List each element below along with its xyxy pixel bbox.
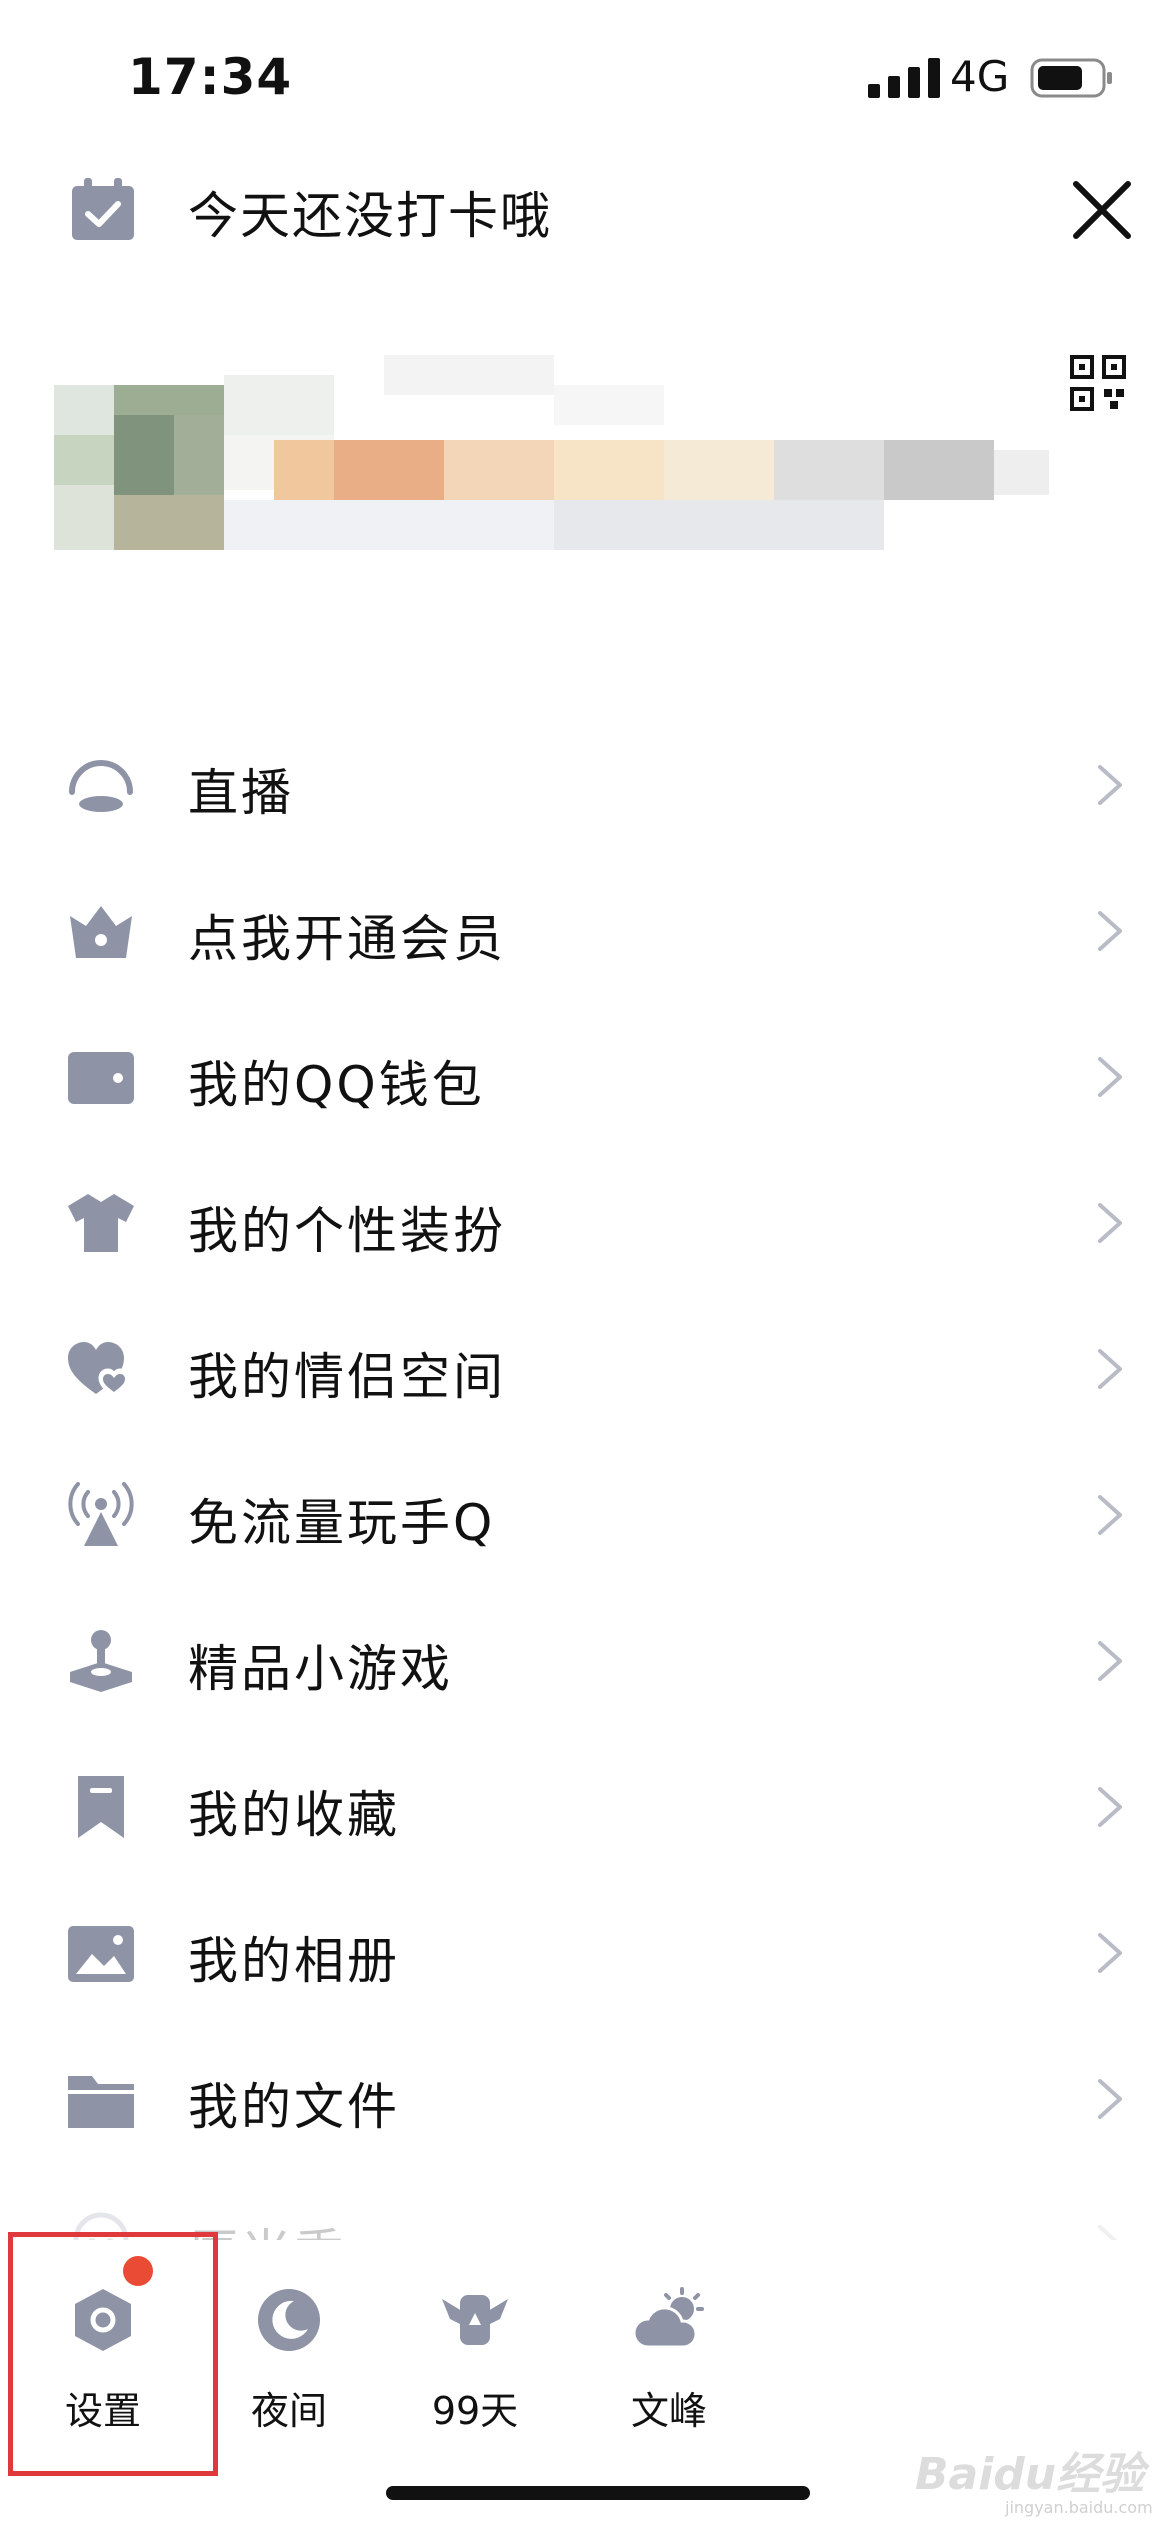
chevron-right-icon [1098,1641,1122,1681]
menu-item-favorites[interactable]: 我的收藏 [0,1732,1170,1878]
menu-item-label: 我的个性装扮 [188,1202,506,1260]
chevron-right-icon [1098,911,1122,951]
chevron-right-icon [1098,1203,1122,1243]
days-label: 99天 [431,2389,519,2433]
days-button[interactable]: 99天 [382,2240,562,2440]
watermark-logo: Baidu经验 [915,2449,1145,2500]
home-indicator[interactable] [386,2486,810,2500]
chevron-right-icon [1098,1495,1122,1535]
live-icon [69,760,133,812]
menu-item-label: 精品小游戏 [188,1640,453,1698]
chevron-right-icon [1098,1787,1122,1827]
annotation-highlight-box [8,2232,218,2476]
menu-item-label: 我的收藏 [188,1786,400,1844]
winged-badge-icon [442,2295,508,2345]
menu-item-label: 我的情侣空间 [188,1348,506,1406]
cellular-signal-icon [868,58,940,98]
chevron-right-icon [1098,1933,1122,1973]
night-label: 夜间 [250,2389,327,2433]
network-type: 4G [950,52,1010,101]
couple-hearts-icon [68,1342,130,1398]
calendar-checkin-icon[interactable] [70,178,136,242]
menu-item-vip[interactable]: 点我开通会员 [0,856,1170,1002]
moon-icon [258,2289,320,2351]
chevron-right-icon [1098,1057,1122,1097]
menu-item-album[interactable]: 我的相册 [0,1878,1170,2024]
folder-icon [68,2076,134,2128]
wallet-icon [68,1052,134,1104]
profile-card-blurred[interactable] [54,355,1054,555]
menu-item-wallet[interactable]: 我的QQ钱包 [0,1002,1170,1148]
menu-item-mini-games[interactable]: 精品小游戏 [0,1586,1170,1732]
night-mode-button[interactable]: 夜间 [196,2240,376,2440]
tshirt-icon [68,1194,134,1252]
menu-item-label: 我的QQ钱包 [188,1056,485,1114]
battery-icon [1030,58,1112,98]
menu-item-label: 我的相册 [188,1932,400,1990]
broadcast-tower-icon [68,1482,134,1546]
menu-item-free-data[interactable]: 免流量玩手Q [0,1440,1170,1586]
vip-crown-icon [70,906,132,958]
menu-item-label: 点我开通会员 [188,910,506,968]
status-time: 17:34 [128,48,293,106]
chevron-right-icon [1098,1349,1122,1389]
weather-cloud-sun-icon [634,2287,704,2349]
menu-item-couple-space[interactable]: 我的情侣空间 [0,1294,1170,1440]
weather-button[interactable]: 文峰 [576,2240,756,2440]
watermark-url: jingyan.baidu.com [1005,2498,1153,2517]
menu-item-files[interactable]: 我的文件 [0,2024,1170,2170]
checkin-prompt[interactable]: 今天还没打卡哦 [188,176,552,248]
chevron-right-icon [1098,2079,1122,2119]
menu-item-label: 我的文件 [188,2078,400,2136]
menu-item-live[interactable]: 直播 [0,710,1170,856]
menu-item-label: 免流量玩手Q [188,1494,496,1552]
close-icon[interactable] [1070,178,1134,242]
qr-code-icon[interactable] [1070,355,1126,411]
weather-label: 文峰 [630,2389,707,2433]
bookmark-icon [78,1776,124,1838]
menu-item-label: 直播 [188,764,294,822]
chevron-right-icon [1098,765,1122,805]
joystick-icon [70,1630,132,1692]
photo-icon [68,1926,134,1982]
menu-item-theme[interactable]: 我的个性装扮 [0,1148,1170,1294]
